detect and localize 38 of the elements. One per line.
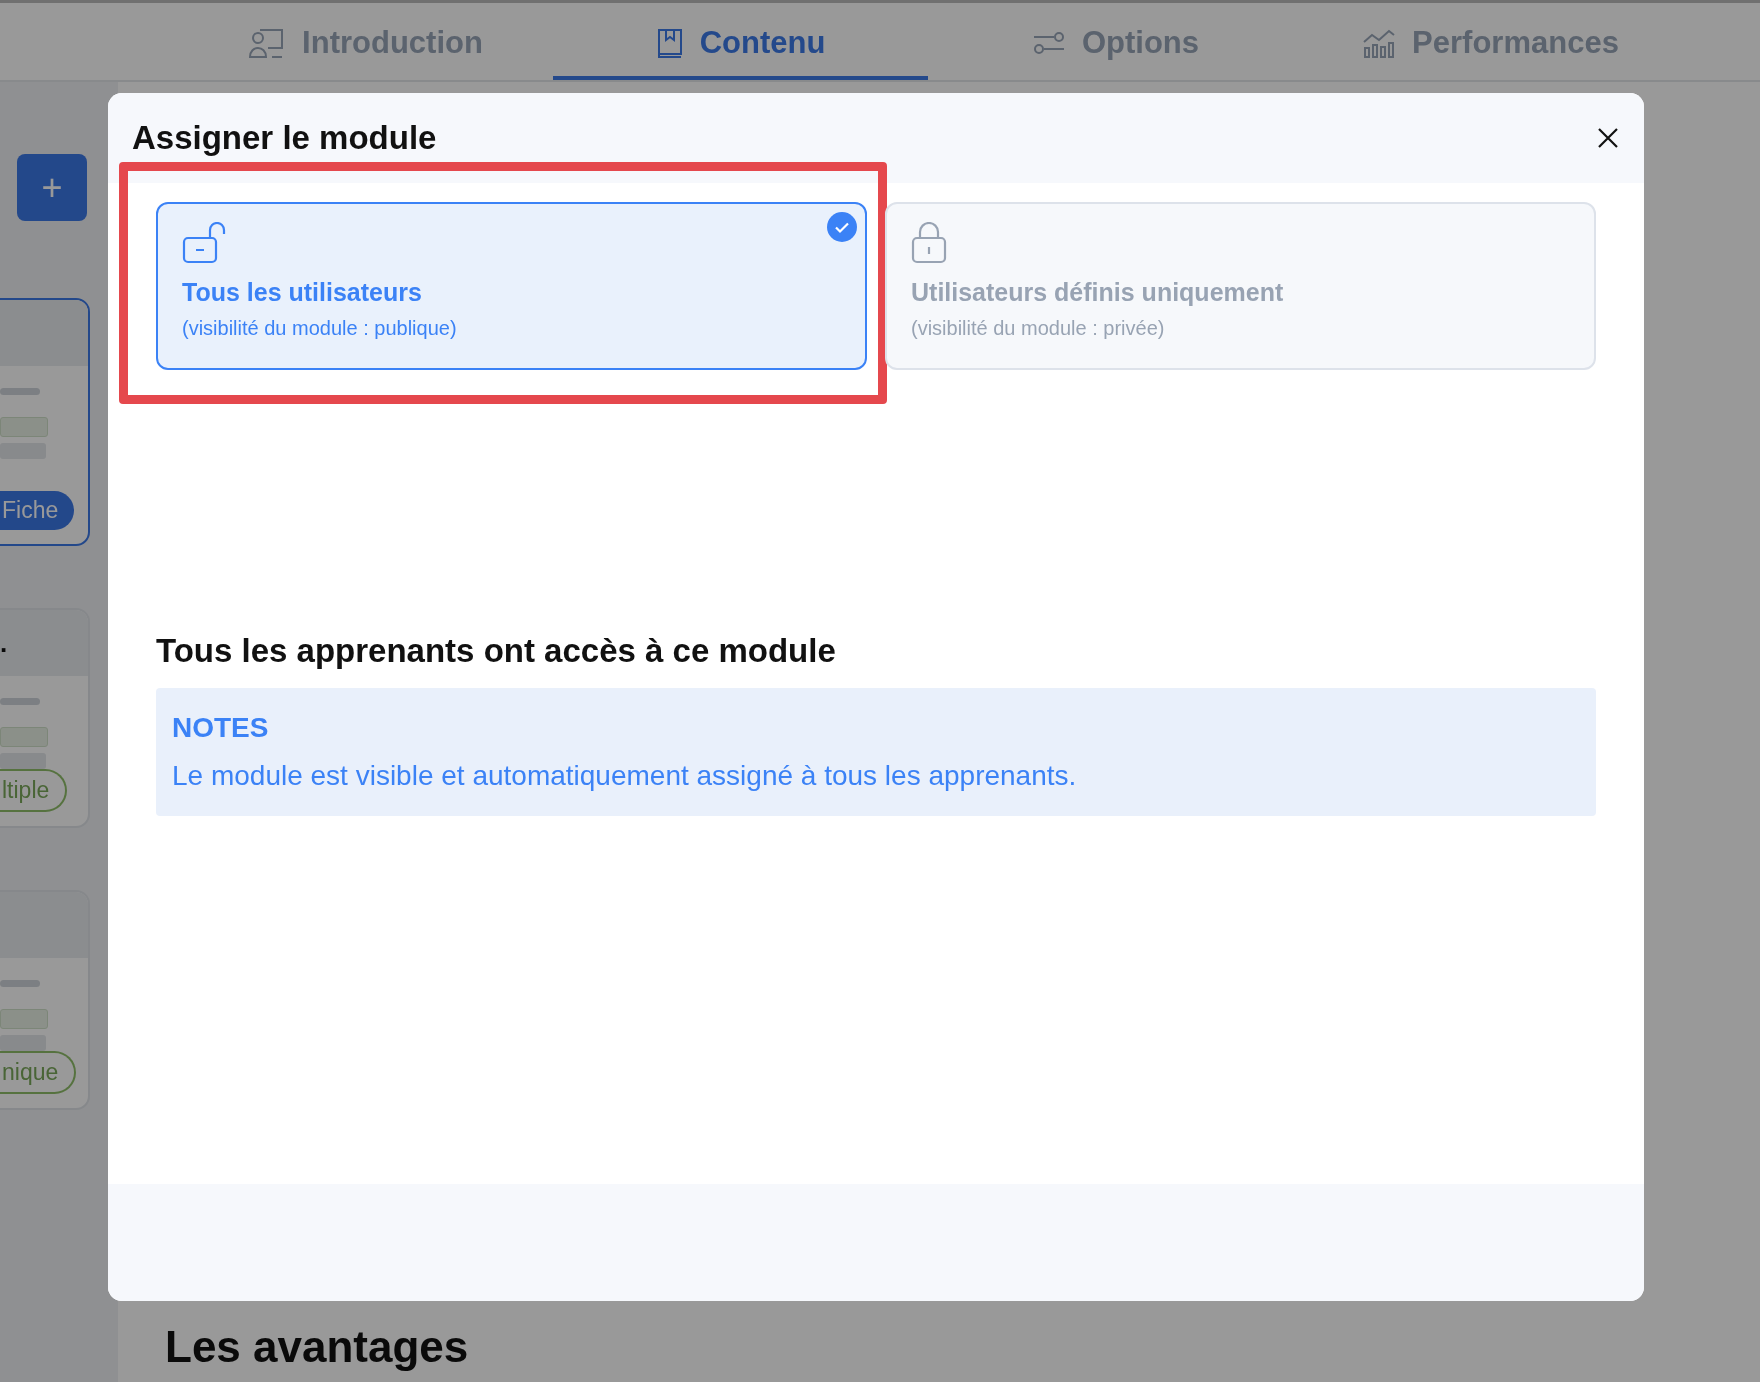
close-icon[interactable] xyxy=(1597,127,1619,149)
add-button[interactable]: + xyxy=(17,154,87,221)
bar-chart-icon xyxy=(1362,27,1397,58)
tab[interactable]: Options xyxy=(928,9,1303,80)
book-icon xyxy=(655,26,684,59)
option-title: Utilisateurs définis uniquement xyxy=(911,278,1284,307)
type-pill: ltiple xyxy=(0,769,68,812)
notes-text: Le module est visible et automatiquement assigné à tous les apprenants. xyxy=(172,760,1078,792)
text-placeholder-line xyxy=(0,388,40,395)
text-placeholder-line xyxy=(0,980,40,987)
field-placeholder xyxy=(0,753,46,769)
unlocked-padlock-icon xyxy=(182,222,228,264)
text-placeholder-line xyxy=(0,698,40,705)
field-placeholder xyxy=(0,417,48,437)
section-heading: Les avantages xyxy=(165,1322,469,1372)
tab[interactable]: Introduction xyxy=(178,9,553,80)
field-placeholder xyxy=(0,1035,46,1051)
dialog-title: Assigner le module xyxy=(132,119,437,157)
module-card[interactable]: Fiche xyxy=(0,298,90,546)
field-placeholder xyxy=(0,727,48,747)
tab[interactable]: Performances xyxy=(1303,9,1678,80)
section-heading: Tous les apprenants ont accès à ce module xyxy=(156,632,837,670)
option-card[interactable]: Tous les utilisateurs (visibilité du module : publique) xyxy=(156,202,867,370)
sliders-icon xyxy=(1031,29,1066,56)
type-pill: nique xyxy=(0,1051,77,1094)
padlock-icon xyxy=(911,222,947,264)
option-subtitle: (visibilité du module : publique) xyxy=(182,317,457,340)
field-placeholder xyxy=(0,1009,48,1029)
option-subtitle: (visibilité du module : privée) xyxy=(911,317,1165,340)
option-title: Tous les utilisateurs xyxy=(182,278,422,307)
module-card[interactable]: . ltiple xyxy=(0,608,90,828)
module-card[interactable]: nique xyxy=(0,890,90,1110)
tab[interactable]: Contenu xyxy=(553,9,928,80)
check-icon xyxy=(827,212,857,242)
type-pill: Fiche xyxy=(0,491,75,530)
option-card[interactable]: Utilisateurs définis uniquement (visibilité du module : privée) xyxy=(885,202,1596,370)
card-title: . xyxy=(0,627,8,659)
notes-label: NOTES xyxy=(172,712,270,744)
